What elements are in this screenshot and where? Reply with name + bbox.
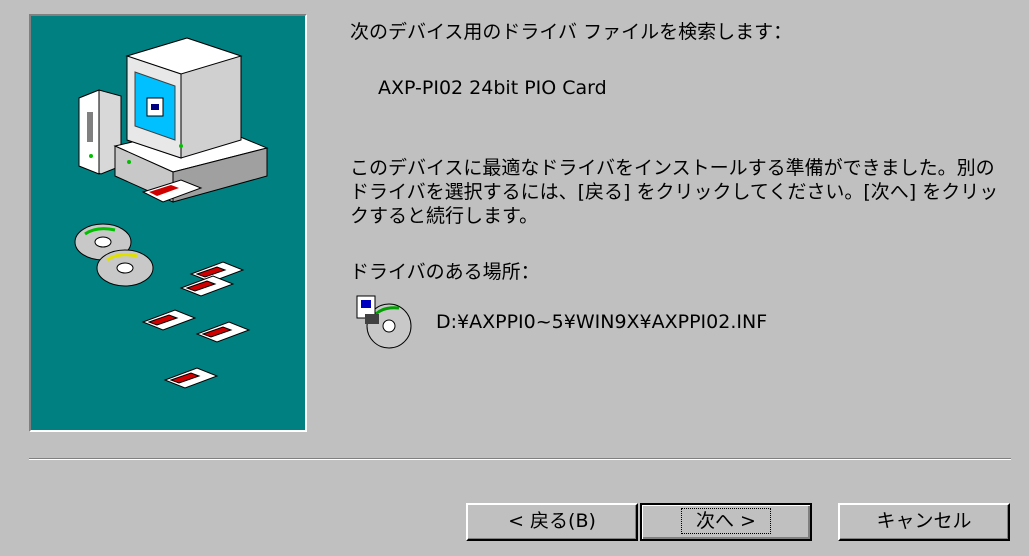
button-separator: [29, 458, 1011, 460]
next-button-label: 次へ >: [681, 508, 771, 534]
wizard-heading: 次のデバイス用のドライバ ファイルを検索します：: [350, 21, 793, 43]
driver-file-path: D:¥AXPPI0~5¥WIN9X¥AXPPI02.INF: [436, 311, 768, 333]
device-name: AXP-PI02 24bit PIO Card: [378, 77, 607, 99]
wizard-description: このデバイスに最適なドライバをインストールする準備ができました。別のドライバを選…: [350, 157, 999, 227]
driver-location-label: ドライバのある場所：: [350, 261, 540, 283]
next-button[interactable]: 次へ >: [640, 503, 812, 541]
cancel-button-label: キャンセル: [876, 510, 972, 532]
wizard-illustration-panel: [29, 14, 307, 432]
driver-file-cd-icon: [356, 295, 412, 349]
back-button[interactable]: < 戻る(B): [466, 503, 638, 541]
back-button-label: < 戻る(B): [508, 510, 596, 532]
computer-with-cds-and-floppies-illustration: [74, 37, 269, 389]
cancel-button[interactable]: キャンセル: [838, 503, 1010, 541]
